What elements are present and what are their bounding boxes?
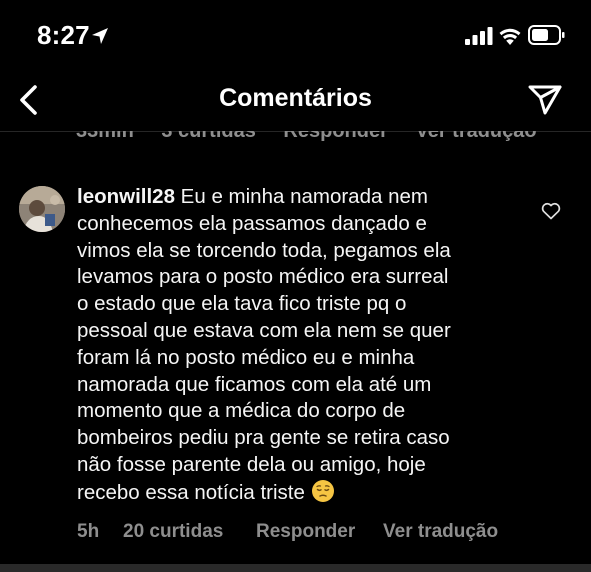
comment-body: leonwill28 Eu e minha namorada nem conhe…: [77, 184, 517, 507]
wifi-icon: [499, 28, 521, 45]
page-title: Comentários: [219, 84, 372, 112]
comment-likes-count[interactable]: 20 curtidas: [123, 521, 223, 543]
location-arrow-icon: [92, 28, 108, 44]
comment-username[interactable]: leonwill28: [77, 185, 175, 208]
cellular-signal-icon: [465, 27, 493, 45]
paper-plane-icon[interactable]: [527, 84, 563, 116]
comment-time: 5h: [77, 521, 100, 542]
bottom-divider: [0, 564, 591, 572]
previous-comment-likes[interactable]: 3 curtidas: [161, 131, 255, 142]
previous-comment-translate-link[interactable]: Ver tradução: [415, 131, 536, 142]
status-bar: 8:27: [0, 0, 591, 70]
translate-link[interactable]: Ver tradução: [383, 521, 498, 543]
avatar[interactable]: [19, 186, 65, 232]
previous-comment-reply-button[interactable]: Responder: [283, 131, 387, 142]
avatar-photo: [19, 186, 65, 232]
heart-icon[interactable]: [541, 202, 561, 220]
comments-header: Comentários: [0, 70, 591, 132]
battery-icon: [528, 25, 565, 45]
status-time: 8:27: [37, 20, 90, 50]
comment-text: Eu e minha namorada nem conhecemos ela p…: [77, 185, 451, 504]
pensive-face-emoji-icon: [311, 479, 334, 502]
reply-button[interactable]: Responder: [256, 521, 355, 543]
previous-comment-meta: 33min 3 curtidas Responder Ver tradução: [0, 131, 591, 143]
previous-comment-time: 33min: [76, 131, 134, 142]
